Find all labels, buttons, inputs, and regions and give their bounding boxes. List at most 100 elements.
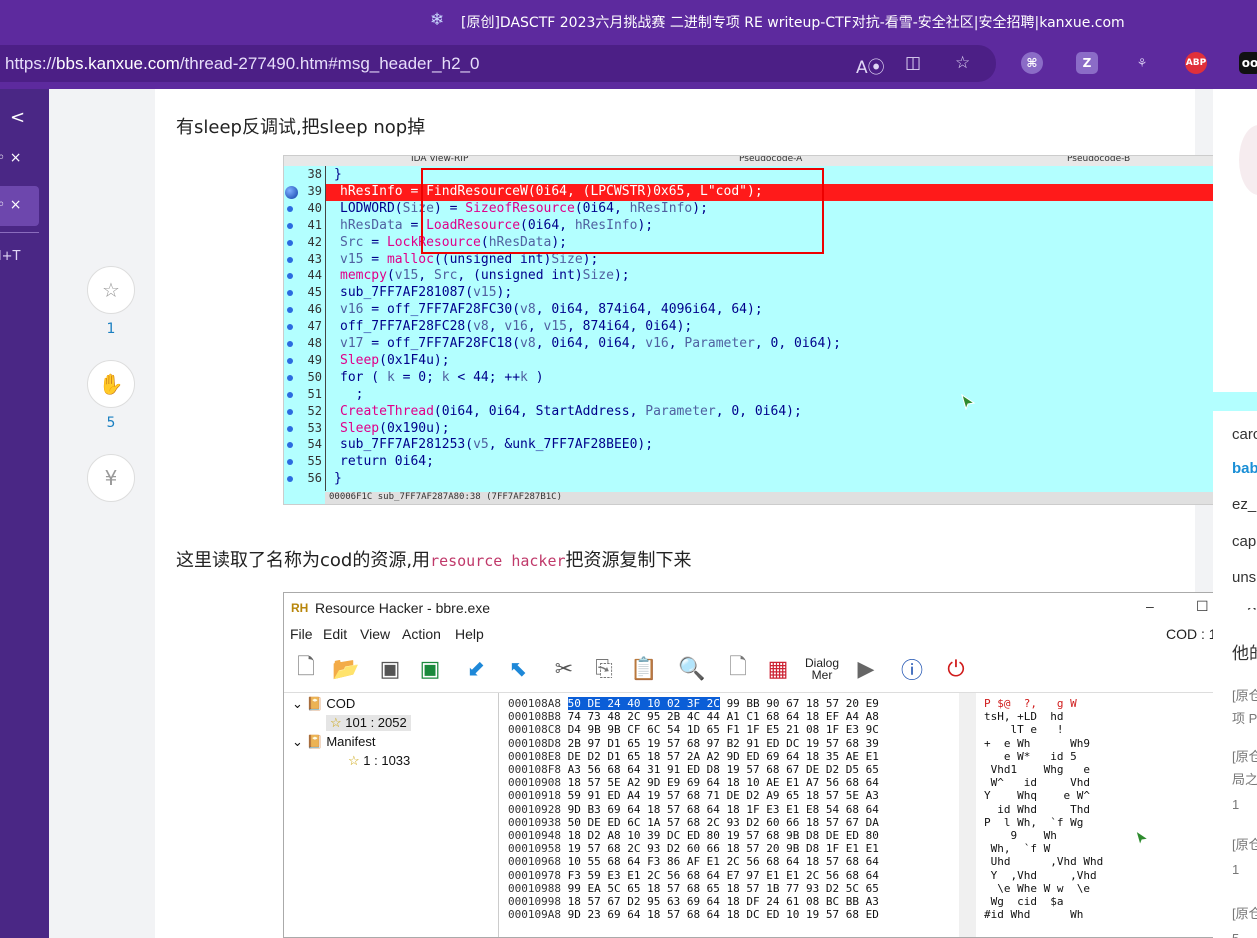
zotero-extension-icon[interactable]: Z (1076, 52, 1098, 74)
author-post-link[interactable]: [原仓 (1232, 834, 1257, 853)
code-line: CreateThread(0i64, 0i64, StartAddress, P… (340, 403, 802, 419)
line-marker-icon (287, 408, 293, 415)
hex-row: 000108C8 D4 9B 9B CF 6C 54 1D 65 F1 1F E… (508, 723, 879, 737)
line-number: 49 (307, 352, 322, 367)
author-post-link[interactable]: [原仓 (1232, 903, 1257, 922)
author-post-link[interactable]: 项 P (1232, 708, 1257, 727)
related-link[interactable]: bab (1232, 460, 1257, 477)
line-number: 55 (307, 454, 322, 469)
extension-glasses-icon[interactable]: oo (1239, 52, 1257, 74)
tab-item[interactable]: ◦ × (0, 150, 21, 166)
code-line: off_7FF7AF28FC28(v8, v16, v15, 874i64, 0… (340, 319, 693, 335)
ida-tab: Pseudocode-A (739, 156, 803, 164)
line-number: 38 (307, 167, 322, 181)
info-icon: ⓘ (900, 659, 923, 684)
hex-row: 000109A8 9D 23 69 64 18 57 68 64 18 DC E… (508, 908, 879, 922)
code-line: Sleep(0x190u); (340, 420, 450, 436)
hex-row: 00010978 F3 59 E3 E1 2C 56 68 64 E7 97 E… (508, 868, 879, 882)
ascii-row: Wh, `f W (984, 842, 1051, 856)
arrow-back-icon: ⬋ (466, 656, 486, 682)
code-line: for ( k = 0; k < 44; ++k ) (340, 369, 544, 385)
related-link[interactable]: carc (1232, 426, 1257, 443)
author-post-link[interactable]: 1 (1232, 862, 1239, 877)
split-screen-icon[interactable]: ◫ (905, 53, 921, 73)
author-post-link[interactable]: [原仓 (1232, 685, 1257, 704)
line-number: 50 (307, 369, 322, 384)
ascii-row: #id Whd Wh (984, 908, 1084, 922)
author-post-link[interactable]: [原仓 (1232, 746, 1257, 765)
resource-hacker-image: RH Resource Hacker - bbre.exe – ☐ ✕ File… (283, 592, 1257, 938)
section-header: 他的 (1232, 644, 1257, 663)
mouse-cursor-icon (961, 394, 976, 410)
read-aloud-icon[interactable]: A⦿ (856, 53, 885, 78)
line-number: 48 (307, 336, 322, 350)
resource-tree: ⌄ 📔 COD ☆ 101 : 2052 ⌄ 📔 Manifest ☆ 1 : … (286, 693, 499, 937)
collapse-sidebar-button[interactable]: < (10, 107, 25, 128)
line-number: 53 (307, 420, 322, 435)
close-tab-icon[interactable]: × (10, 197, 22, 213)
code-line: } (334, 471, 342, 487)
related-link[interactable]: uns (1232, 569, 1256, 586)
mouse-cursor-icon (1135, 830, 1150, 846)
line-marker-icon (287, 256, 293, 263)
line-number: 43 (307, 251, 322, 266)
like-button[interactable]: ✋ (87, 360, 135, 408)
window-title: [原创]DASCTF 2023六月挑战赛 二进制专项 RE writeup-CT… (461, 15, 1125, 31)
code-line: sub_7FF7AF281253(v5, &unk_7FF7AF28BEE0); (340, 437, 654, 453)
related-link[interactable]: ez_ (1232, 496, 1256, 513)
line-number: 46 (307, 302, 322, 317)
extension-leaf-icon[interactable]: ⚘ (1131, 52, 1153, 74)
line-number: 44 (307, 268, 322, 283)
hex-row: 000108F8 A3 56 68 64 31 91 ED D8 19 57 6… (508, 763, 879, 776)
address-bar[interactable]: https://bbs.kanxue.com/thread-277490.htm… (0, 45, 996, 82)
paragraph: 这里读取了名称为cod的资源,用resource hacker把资源复制下来 (176, 550, 692, 571)
favorite-button[interactable]: ☆ (87, 266, 135, 314)
paste-icon: 📋 (630, 656, 658, 682)
hex-row: 000108B8 74 73 48 2C 95 2B 4C 44 A1 C1 6… (508, 710, 879, 724)
hex-row: 00010968 10 55 68 64 F3 86 AF E1 2C 56 6… (508, 855, 879, 869)
line-marker-icon (287, 341, 293, 347)
author-post-link[interactable]: 5 (1232, 931, 1239, 938)
like-count: 5 (106, 415, 116, 431)
sidebar-divider (0, 232, 39, 233)
line-marker-icon (287, 391, 293, 398)
search-icon: 🔍 (678, 656, 706, 682)
author-post-link[interactable]: 1 (1232, 797, 1239, 812)
hex-row: 00010928 9D B3 69 64 18 57 68 64 18 1F E… (508, 802, 879, 816)
rh-window-title: Resource Hacker - bbre.exe (315, 600, 491, 616)
hex-row: 00010948 18 D2 A8 10 39 DC ED 80 19 57 6… (508, 829, 879, 842)
close-tab-icon[interactable]: × (10, 150, 22, 166)
url-text[interactable]: https://bbs.kanxue.com/thread-277490.htm… (5, 54, 479, 74)
extension-icon[interactable]: ⌘ (1021, 52, 1043, 74)
favorite-star-icon[interactable]: ☆ (955, 53, 970, 73)
line-number: 45 (307, 285, 322, 300)
rh-toolbar: 🗋 📂 ▣ ▣ ⬋ ⬉ ✂ ⎘ 📋 🔍 🗋 ▦ Dialog Mer ▶ ⓘ ⏻ (284, 647, 1257, 693)
line-number: 56 (307, 471, 322, 486)
tree-node: ☆ 1 : 1033 (348, 753, 411, 768)
open-folder-icon: 📂 (332, 656, 360, 682)
power-icon: ⏻ (947, 656, 965, 682)
active-tab-item[interactable]: ◦ × (0, 197, 21, 213)
yen-icon: ¥ (104, 466, 118, 490)
ida-status-bar: 00006F1C sub_7FF7AF287A80:38 (7FF7AF287B… (325, 492, 1257, 504)
menu-item: View (360, 626, 391, 642)
new-tab-shortcut[interactable]: l+T (0, 249, 20, 264)
code-line: v16 = off_7FF7AF28FC30(v8, 0i64, 874i64,… (340, 302, 763, 318)
arrow-forward-icon: ⬉ (508, 656, 528, 682)
tree-node-manifest: ⌄ 📔 Manifest (292, 734, 376, 749)
save-icon: ▣ (379, 656, 401, 682)
hex-row: 00010988 99 EA 5C 65 18 57 68 65 18 57 1… (508, 881, 879, 895)
adblock-plus-icon[interactable]: ABP (1185, 52, 1207, 74)
author-posts: 他的[原仓项 P[原仓局之1[原仓1[原仓5 (1213, 626, 1257, 938)
ascii-row: 9 Wh (984, 829, 1057, 842)
ida-tab-bar: IDA View-RIP Pseudocode-A Pseudocode-B (284, 156, 1257, 166)
line-marker-icon (287, 239, 293, 246)
hex-scrollbar (959, 693, 976, 937)
ascii-row: Y ,Vhd ,Vhd (984, 868, 1097, 882)
author-post-link[interactable]: 局之 (1232, 769, 1257, 788)
tip-button[interactable]: ¥ (87, 454, 135, 502)
line-marker-icon (287, 425, 293, 432)
related-link[interactable]: cap (1232, 533, 1256, 550)
ascii-row: \e Whe W w \e (984, 881, 1090, 895)
tree-node-cod: ⌄ 📔 COD (292, 696, 356, 711)
